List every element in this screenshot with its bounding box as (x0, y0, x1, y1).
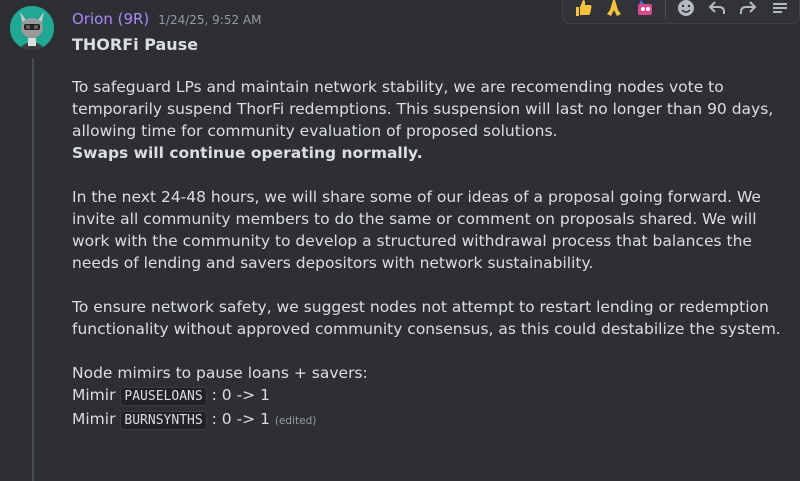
mimir-suffix: : 0 -> 1 (211, 386, 270, 404)
mimir-line: Mimir PAUSELOANS : 0 -> 1 (72, 384, 792, 408)
author-name[interactable]: Orion (9R) (72, 10, 149, 28)
praying-hands-icon[interactable] (600, 0, 627, 22)
message-content: THORFi Pause To safeguard LPs and mainta… (72, 34, 792, 432)
message-timestamp[interactable]: 1/24/25, 9:52 AM (158, 13, 261, 27)
avatar-image (10, 6, 54, 50)
mimir-line: Mimir BURNSYNTHS : 0 -> 1 (edited) (72, 408, 792, 432)
mimir-heading: Node mimirs to pause loans + savers: (72, 364, 368, 382)
mimir-suffix: : 0 -> 1 (211, 410, 270, 428)
add-reaction-icon[interactable] (673, 0, 700, 22)
paragraph-suspension: To safeguard LPs and maintain network st… (72, 78, 774, 140)
custom-emoji-icon[interactable] (631, 0, 658, 22)
toolbar-divider (665, 0, 666, 19)
message-title: THORFi Pause (72, 35, 199, 54)
avatar[interactable] (10, 6, 54, 50)
paragraph-network-safety: To ensure network safety, we suggest nod… (72, 298, 781, 338)
edited-label: (edited) (274, 415, 317, 427)
message-toolbar (562, 0, 800, 24)
mimir-prefix: Mimir (72, 410, 116, 428)
mimir-code: PAUSELOANS (120, 387, 207, 406)
thread-line (32, 58, 34, 481)
forward-icon[interactable] (735, 0, 762, 22)
reply-icon[interactable] (704, 0, 731, 22)
message-header: Orion (9R) 1/24/25, 9:52 AM (72, 10, 261, 28)
mimir-code: BURNSYNTHS (120, 411, 207, 430)
mimir-prefix: Mimir (72, 386, 116, 404)
paragraph-proposal: In the next 24-48 hours, we will share s… (72, 188, 761, 272)
thumbs-up-icon[interactable] (569, 0, 596, 22)
paragraph-swaps-note: Swaps will continue operating normally. (72, 144, 423, 162)
create-thread-icon[interactable] (766, 0, 793, 22)
